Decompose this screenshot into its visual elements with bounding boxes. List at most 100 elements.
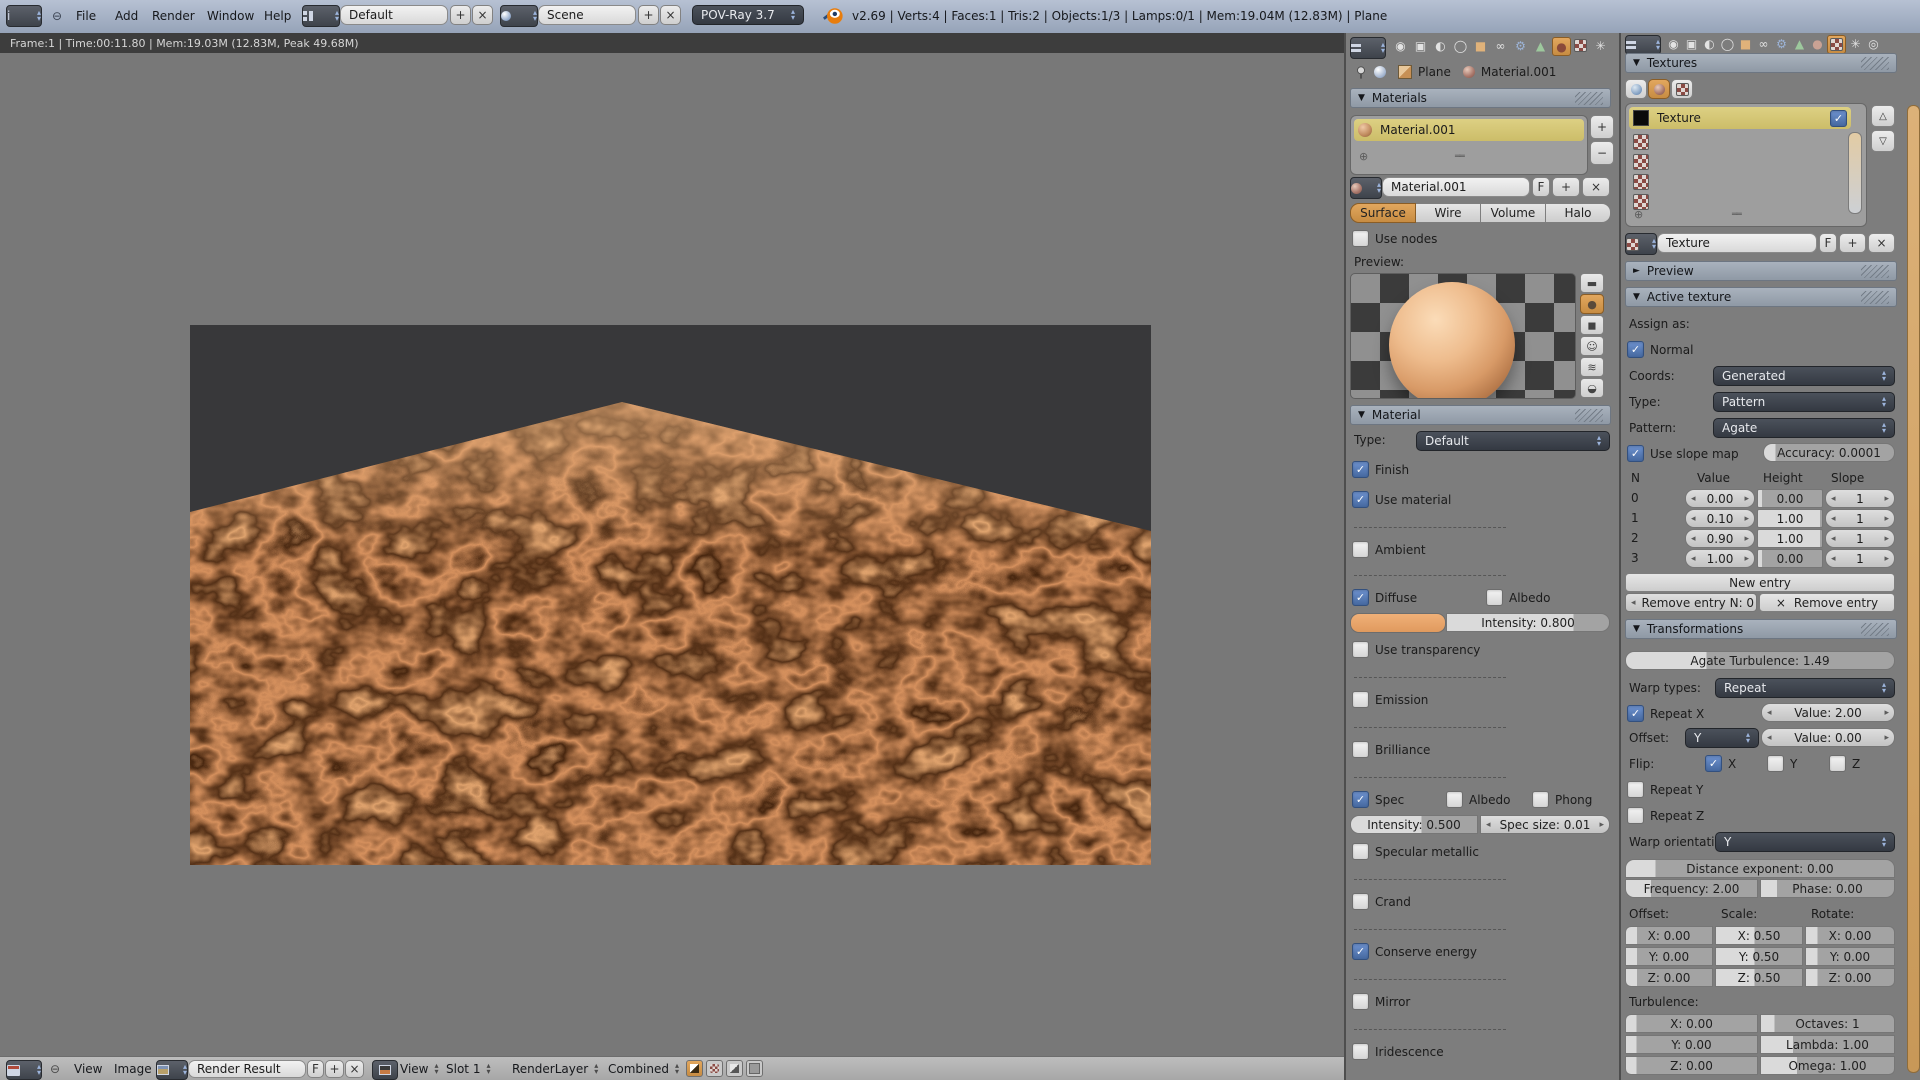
rotate-y-field[interactable]: Y: 0.00	[1805, 947, 1895, 966]
draw-color-toggle[interactable]	[746, 1060, 763, 1077]
slope-value-field[interactable]: ◂0.10▸	[1685, 509, 1755, 528]
phase-slider[interactable]: Phase: 0.00	[1760, 879, 1895, 898]
slope-value-field[interactable]: ◂0.00▸	[1685, 489, 1755, 508]
add-material-slot-button[interactable]: +	[1590, 115, 1614, 139]
finish-checkbox[interactable]: ✓	[1352, 461, 1369, 478]
material-name-field[interactable]: Material.001	[1382, 177, 1530, 197]
panel-drag-stripes[interactable]	[1575, 92, 1603, 105]
slope-slope-field[interactable]: ◂1▸	[1825, 489, 1895, 508]
iridescence-checkbox[interactable]	[1352, 1043, 1369, 1060]
scene-icon-button[interactable]: ▴▾	[500, 5, 538, 27]
menu-file[interactable]: File	[76, 9, 96, 23]
tab-object[interactable]: ■	[1472, 37, 1489, 54]
texture-type-dropdown[interactable]: Pattern ▴▾	[1713, 392, 1895, 412]
fake-user-button[interactable]: F	[307, 1060, 324, 1078]
texture-preview-section-header[interactable]: ► Preview	[1625, 261, 1897, 281]
slot-dropdown[interactable]: Slot 1 ▴▾	[446, 1062, 490, 1076]
repeat-x-checkbox[interactable]: ✓	[1627, 705, 1644, 722]
move-texture-down-button[interactable]: ▽	[1871, 130, 1895, 152]
texture-context-other-button[interactable]	[1671, 79, 1693, 99]
material-section-header[interactable]: ▼ Material	[1350, 405, 1611, 425]
active-texture-section-header[interactable]: ▼ Active texture	[1625, 287, 1897, 307]
tab-world[interactable]: ◯	[1719, 35, 1736, 52]
draw-alpha-toggle[interactable]	[706, 1060, 723, 1077]
flip-y-checkbox[interactable]	[1767, 755, 1784, 772]
materials-section-header[interactable]: ▼ Materials	[1350, 88, 1611, 108]
menu-help[interactable]: Help	[264, 9, 291, 23]
offset-y-field[interactable]: Y: 0.00	[1625, 947, 1713, 966]
scale-x-field[interactable]: X: 0.50	[1715, 926, 1803, 945]
delete-scene-button[interactable]: ×	[660, 5, 681, 25]
frequency-slider[interactable]: Frequency: 2.00	[1625, 879, 1758, 898]
mirror-checkbox[interactable]	[1352, 993, 1369, 1010]
remove-entry-n-field[interactable]: ◂Remove entry N: 0▸	[1625, 593, 1757, 612]
tab-volume[interactable]: Volume	[1481, 203, 1546, 223]
empty-texture-slot-icon[interactable]	[1633, 154, 1649, 170]
spec-albedo-checkbox[interactable]	[1446, 791, 1463, 808]
scene-name-field[interactable]: Scene	[538, 5, 636, 25]
add-slot-inline-icon[interactable]: ⊕	[1359, 150, 1368, 163]
tab-halo[interactable]: Halo	[1546, 203, 1611, 223]
pin-icon[interactable]	[1354, 65, 1368, 80]
empty-texture-slot-icon[interactable]	[1633, 134, 1649, 150]
tab-texture-active[interactable]	[1827, 35, 1846, 54]
preview-type-hair-button[interactable]: ≋	[1580, 357, 1604, 377]
diffuse-color-swatch[interactable]	[1350, 613, 1446, 633]
remove-material-slot-button[interactable]: −	[1590, 141, 1614, 165]
tab-modifiers[interactable]: ⚙	[1773, 35, 1790, 52]
texture-context-world-button[interactable]	[1625, 79, 1647, 99]
preview-type-flat-button[interactable]: ▬	[1580, 273, 1604, 293]
diffuse-albedo-checkbox[interactable]	[1486, 589, 1503, 606]
slope-value-field[interactable]: ◂1.00▸	[1685, 549, 1755, 568]
image-editor-type-button[interactable]: ▴▾	[6, 1060, 42, 1080]
tab-physics[interactable]: ◎	[1865, 35, 1882, 52]
use-nodes-checkbox[interactable]	[1352, 230, 1369, 247]
tab-constraints[interactable]: ∞	[1755, 35, 1772, 52]
material-type-dropdown[interactable]: Default ▴▾	[1416, 431, 1610, 451]
image-datablock-icon-button[interactable]: ▴▾	[156, 1060, 188, 1080]
slope-height-field[interactable]: 1.00	[1757, 529, 1823, 548]
tab-object[interactable]: ■	[1737, 35, 1754, 52]
list-resize-grip[interactable]: ══	[1455, 152, 1464, 162]
menu-view[interactable]: View	[74, 1062, 102, 1076]
move-texture-up-button[interactable]: △	[1871, 105, 1895, 127]
preview-type-monkey-button[interactable]: ☺	[1580, 336, 1604, 356]
properties-editor-type-button[interactable]: ▴▾	[1350, 37, 1386, 59]
repeat-x-value-field[interactable]: ◂Value: 2.00▸	[1761, 703, 1895, 722]
rotate-x-field[interactable]: X: 0.00	[1805, 926, 1895, 945]
tab-object-data[interactable]: ▲	[1791, 35, 1808, 52]
brilliance-checkbox[interactable]	[1352, 741, 1369, 758]
draw-zbuffer-toggle[interactable]	[726, 1060, 743, 1077]
image-name-field[interactable]: Render Result	[188, 1060, 306, 1078]
conserve-energy-checkbox[interactable]: ✓	[1352, 943, 1369, 960]
scale-y-field[interactable]: Y: 0.50	[1715, 947, 1803, 966]
properties-editor-type-button[interactable]: ▴▾	[1625, 35, 1661, 55]
view-thumbnail-icon[interactable]	[372, 1060, 398, 1080]
repeat-z-checkbox[interactable]	[1627, 807, 1644, 824]
diffuse-intensity-slider[interactable]: Intensity: 0.800	[1446, 613, 1610, 632]
tab-wire[interactable]: Wire	[1416, 203, 1481, 223]
tab-render[interactable]: ◉	[1392, 37, 1409, 54]
use-slope-map-checkbox[interactable]: ✓	[1627, 445, 1644, 462]
unlink-image-button[interactable]: ×	[345, 1060, 364, 1078]
texture-fake-user-button[interactable]: F	[1819, 233, 1837, 253]
collapse-menus-icon[interactable]: ⊖	[50, 1062, 60, 1076]
tab-render[interactable]: ◉	[1665, 35, 1682, 52]
warp-types-dropdown[interactable]: Repeat ▴▾	[1715, 678, 1895, 698]
specular-metallic-checkbox[interactable]	[1352, 843, 1369, 860]
datablock-ball-icon[interactable]	[1374, 66, 1386, 78]
panel-scrollbar[interactable]	[1907, 105, 1920, 1073]
tab-render-layers[interactable]: ▣	[1683, 35, 1700, 52]
unlink-material-button[interactable]: ×	[1582, 177, 1610, 197]
screen-layout-name-field[interactable]: Default	[340, 5, 448, 25]
texture-context-material-button-active[interactable]	[1648, 79, 1670, 99]
tab-object-data[interactable]: ▲	[1532, 37, 1549, 54]
tab-scene[interactable]: ◐	[1701, 35, 1718, 52]
material-fake-user-button[interactable]: F	[1532, 177, 1550, 197]
panel-drag-stripes[interactable]	[1861, 265, 1889, 278]
render-engine-dropdown[interactable]: POV-Ray 3.7 ▴▾	[692, 5, 804, 25]
spec-checkbox[interactable]: ✓	[1352, 791, 1369, 808]
breadcrumb-object[interactable]: Plane	[1418, 65, 1451, 79]
turbulence-z-field[interactable]: Z: 0.00	[1625, 1056, 1758, 1075]
turbulence-x-field[interactable]: X: 0.00	[1625, 1014, 1758, 1033]
